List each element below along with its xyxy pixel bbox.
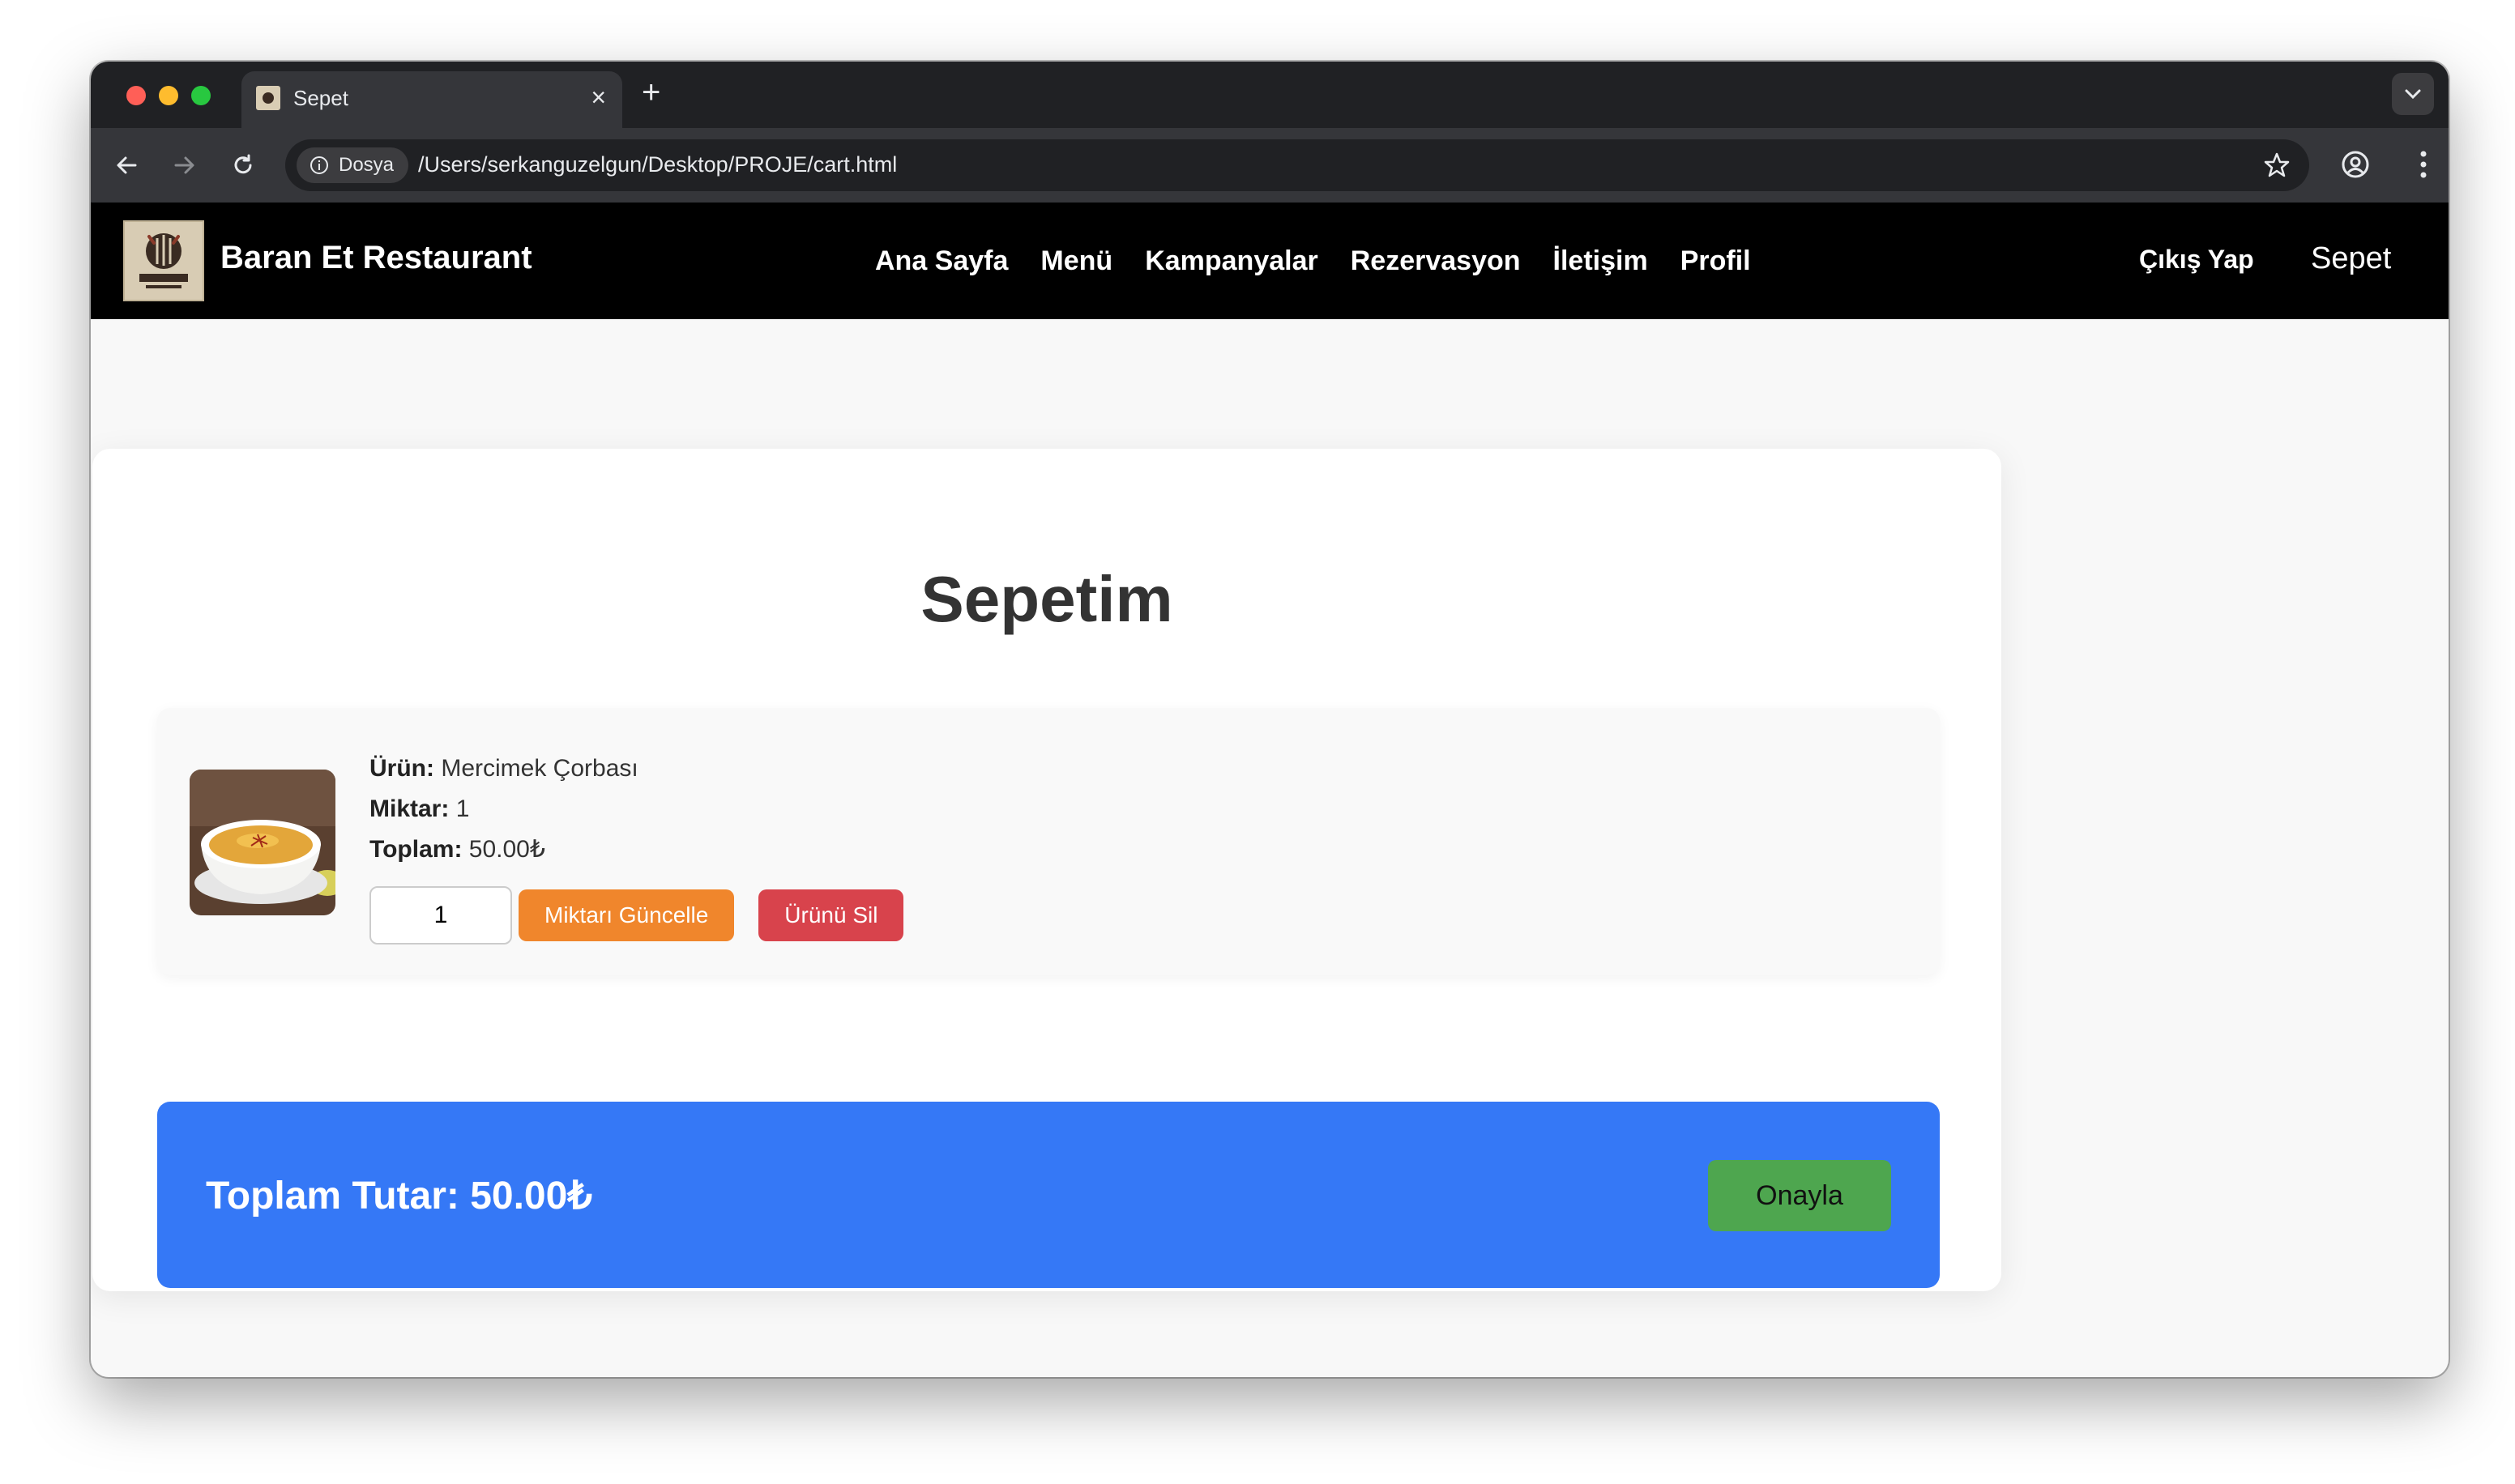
bookmark-star-icon[interactable] [2262, 151, 2291, 180]
nav-link-ana-sayfa[interactable]: Ana Sayfa [875, 245, 1008, 277]
quantity-label: Miktar: [369, 795, 450, 822]
back-button[interactable] [109, 147, 144, 183]
item-total-line: Toplam: 50.00₺ [369, 829, 638, 870]
quantity-line: Miktar: 1 [369, 789, 638, 829]
delete-item-button[interactable]: Ürünü Sil [758, 889, 904, 941]
arrow-right-icon [174, 156, 194, 174]
nav-link-kampanyalar[interactable]: Kampanyalar [1145, 245, 1318, 277]
forward-button[interactable] [167, 147, 203, 183]
tab-close-icon[interactable]: × [591, 83, 606, 112]
logout-link[interactable]: Çıkış Yap [2139, 245, 2254, 275]
site-chip-label: Dosya [339, 154, 395, 176]
profile-icon[interactable] [2340, 149, 2371, 180]
item-details: Ürün: Mercimek Çorbası Miktar: 1 Toplam:… [369, 748, 638, 870]
cart-link[interactable]: Sepet [2311, 241, 2391, 276]
chevron-down-icon [2405, 89, 2421, 100]
product-image [190, 770, 335, 915]
item-total-label: Toplam: [369, 836, 463, 863]
product-label: Ürün: [369, 755, 434, 782]
item-controls: Miktarı Güncelle Ürünü Sil [369, 886, 904, 945]
tab-search-button[interactable] [2392, 73, 2434, 115]
tab-strip: Sepet × + [91, 62, 2449, 128]
nav-link-rezervasyon[interactable]: Rezervasyon [1351, 245, 1521, 277]
total-summary: Toplam Tutar: 50.00₺ Onayla [157, 1102, 1940, 1288]
logo-emblem-icon [139, 233, 188, 288]
restaurant-logo[interactable] [123, 220, 204, 301]
product-line: Ürün: Mercimek Çorbası [369, 748, 638, 789]
new-tab-button[interactable]: + [642, 75, 660, 110]
soup-bowl-icon [190, 770, 335, 915]
nav-link-menu[interactable]: Menü [1040, 245, 1112, 277]
close-window-button[interactable] [126, 86, 146, 105]
reload-icon [234, 154, 252, 174]
info-icon [310, 156, 328, 174]
main-nav: Ana Sayfa Menü Kampanyalar Rezervasyon İ… [875, 203, 1751, 319]
item-total-value: 50.00₺ [468, 836, 545, 863]
favicon-icon [256, 86, 280, 110]
reload-button[interactable] [225, 147, 261, 183]
tab-sepet[interactable]: Sepet × [241, 71, 622, 128]
site-navbar: Baran Et Restaurant Ana Sayfa Menü Kampa… [91, 203, 2449, 319]
brand-name[interactable]: Baran Et Restaurant [220, 240, 532, 276]
cart-card: Sepetim Ürün: Mercimek Çorbası Miktar: 1… [92, 449, 2001, 1291]
nav-link-profil[interactable]: Profil [1680, 245, 1751, 277]
page-title: Sepetim [920, 563, 1173, 635]
quantity-value: 1 [455, 795, 470, 822]
nav-link-iletisim[interactable]: İletişim [1553, 245, 1648, 277]
site-info-chip[interactable]: Dosya [297, 147, 409, 183]
grand-total: Toplam Tutar: 50.00₺ [206, 1175, 592, 1217]
product-name: Mercimek Çorbası [441, 755, 638, 782]
tab-title: Sepet [293, 86, 348, 110]
quantity-input[interactable] [369, 886, 512, 945]
address-bar[interactable]: Dosya /Users/serkanguzelgun/Desktop/PROJ… [285, 139, 2309, 191]
zoom-window-button[interactable] [191, 86, 211, 105]
arrow-left-icon [117, 156, 137, 174]
update-quantity-button[interactable]: Miktarı Güncelle [519, 889, 735, 941]
browser-window: Sepet × + Dosya /Users/serkanguzelgun/De… [91, 62, 2449, 1377]
more-menu-icon[interactable] [2419, 149, 2427, 180]
cart-item: Ürün: Mercimek Çorbası Miktar: 1 Toplam:… [157, 708, 1940, 975]
url-text[interactable]: /Users/serkanguzelgun/Desktop/PROJE/cart… [418, 152, 897, 177]
browser-toolbar: Dosya /Users/serkanguzelgun/Desktop/PROJ… [91, 128, 2449, 203]
minimize-window-button[interactable] [159, 86, 178, 105]
confirm-button[interactable]: Onayla [1708, 1160, 1891, 1231]
